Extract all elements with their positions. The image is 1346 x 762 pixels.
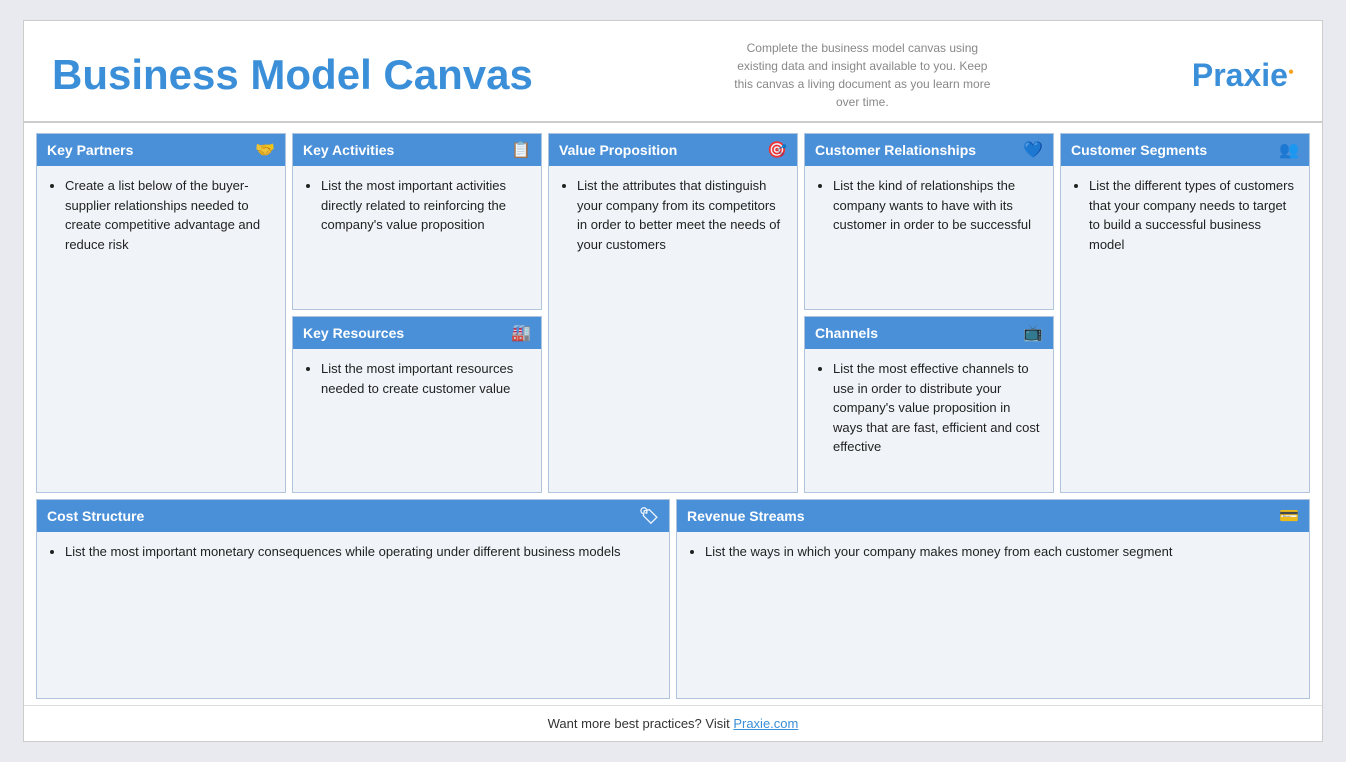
logo-text: Praxie — [1192, 57, 1288, 93]
customer-relationships-cell: Customer Relationships 💙 List the kind o… — [804, 133, 1054, 310]
cost-structure-body: List the most important monetary consequ… — [37, 532, 669, 698]
customer-segments-header: Customer Segments 👥 — [1061, 134, 1309, 166]
key-partners-header: Key Partners 🤝 — [37, 134, 285, 166]
value-proposition-body: List the attributes that distinguish you… — [549, 166, 797, 492]
channels-body: List the most effective channels to use … — [805, 349, 1053, 492]
cost-structure-title: Cost Structure — [47, 508, 144, 524]
value-proposition-item: List the attributes that distinguish you… — [577, 176, 785, 254]
header-description: Complete the business model canvas using… — [732, 39, 992, 111]
channels-item: List the most effective channels to use … — [833, 359, 1041, 457]
customer-relationships-body: List the kind of relationships the compa… — [805, 166, 1053, 309]
customer-relationships-header: Customer Relationships 💙 — [805, 134, 1053, 166]
cost-structure-header: Cost Structure 🏷 — [37, 500, 669, 532]
value-proposition-icon: 🎯 — [767, 140, 787, 160]
value-proposition-title: Value Proposition — [559, 142, 677, 158]
value-proposition-cell: Value Proposition 🎯 List the attributes … — [548, 133, 798, 493]
value-proposition-col: Value Proposition 🎯 List the attributes … — [548, 133, 798, 493]
customer-segments-icon: 👥 — [1279, 140, 1299, 160]
key-resources-item: List the most important resources needed… — [321, 359, 529, 398]
channels-icon: 📺 — [1023, 323, 1043, 343]
header-title: Business Model Canvas — [52, 51, 533, 99]
revenue-streams-cell: Revenue Streams 💳 List the ways in which… — [676, 499, 1310, 699]
customer-relationships-item: List the kind of relationships the compa… — [833, 176, 1041, 235]
channels-title: Channels — [815, 325, 878, 341]
revenue-streams-body: List the ways in which your company make… — [677, 532, 1309, 698]
cost-structure-icon: 🏷 — [639, 506, 659, 526]
key-activities-title: Key Activities — [303, 142, 394, 158]
key-activities-resources-col: Key Activities 📋 List the most important… — [292, 133, 542, 493]
canvas-wrapper: Business Model Canvas Complete the busin… — [23, 20, 1323, 742]
key-partners-cell: Key Partners 🤝 Create a list below of th… — [36, 133, 286, 493]
revenue-streams-item: List the ways in which your company make… — [705, 542, 1297, 562]
key-activities-cell: Key Activities 📋 List the most important… — [292, 133, 542, 310]
customer-segments-col: Customer Segments 👥 List the different t… — [1060, 133, 1310, 493]
customer-relationships-icon: 💙 — [1023, 140, 1043, 160]
key-partners-body: Create a list below of the buyer-supplie… — [37, 166, 285, 492]
footer: Want more best practices? Visit Praxie.c… — [24, 705, 1322, 741]
channels-header: Channels 📺 — [805, 317, 1053, 349]
key-resources-body: List the most important resources needed… — [293, 349, 541, 492]
cust-rel-channels-col: Customer Relationships 💙 List the kind o… — [804, 133, 1054, 493]
revenue-streams-icon: 💳 — [1279, 506, 1299, 526]
header-logo: Praxie● — [1192, 57, 1294, 94]
key-activities-header: Key Activities 📋 — [293, 134, 541, 166]
customer-segments-body: List the different types of customers th… — [1061, 166, 1309, 492]
cost-structure-cell: Cost Structure 🏷 List the most important… — [36, 499, 670, 699]
key-resources-header: Key Resources 🏭 — [293, 317, 541, 349]
revenue-streams-title: Revenue Streams — [687, 508, 805, 524]
channels-cell: Channels 📺 List the most effective chann… — [804, 316, 1054, 493]
customer-relationships-title: Customer Relationships — [815, 142, 976, 158]
logo-dot: ● — [1288, 66, 1294, 77]
header: Business Model Canvas Complete the busin… — [24, 21, 1322, 123]
key-partners-col: Key Partners 🤝 Create a list below of th… — [36, 133, 286, 493]
key-partners-title: Key Partners — [47, 142, 133, 158]
key-activities-icon: 📋 — [511, 140, 531, 160]
key-activities-body: List the most important activities direc… — [293, 166, 541, 309]
footer-link[interactable]: Praxie.com — [733, 716, 798, 731]
key-partners-icon: 🤝 — [255, 140, 275, 160]
customer-segments-item: List the different types of customers th… — [1089, 176, 1297, 254]
value-proposition-header: Value Proposition 🎯 — [549, 134, 797, 166]
key-resources-icon: 🏭 — [511, 323, 531, 343]
footer-text: Want more best practices? Visit — [548, 716, 734, 731]
bottom-section: Cost Structure 🏷 List the most important… — [36, 499, 1310, 699]
key-resources-cell: Key Resources 🏭 List the most important … — [292, 316, 542, 493]
customer-segments-title: Customer Segments — [1071, 142, 1207, 158]
top-section: Key Partners 🤝 Create a list below of th… — [36, 133, 1310, 493]
customer-segments-cell: Customer Segments 👥 List the different t… — [1060, 133, 1310, 493]
cost-structure-item: List the most important monetary consequ… — [65, 542, 657, 562]
revenue-streams-header: Revenue Streams 💳 — [677, 500, 1309, 532]
key-resources-title: Key Resources — [303, 325, 404, 341]
key-activities-item: List the most important activities direc… — [321, 176, 529, 235]
main-grid: Key Partners 🤝 Create a list below of th… — [24, 123, 1322, 699]
key-partners-item: Create a list below of the buyer-supplie… — [65, 176, 273, 254]
